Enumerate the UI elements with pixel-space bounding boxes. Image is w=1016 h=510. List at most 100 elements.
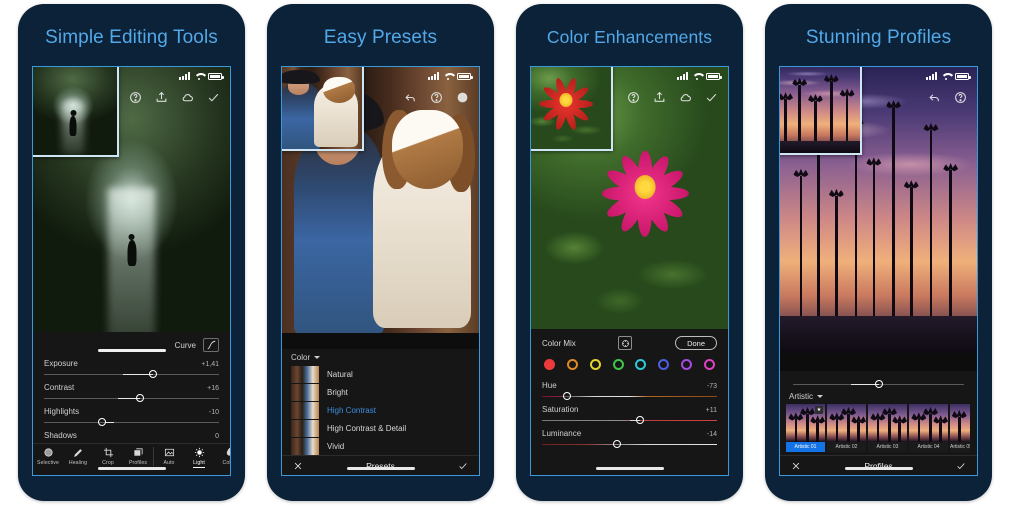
swatch-green[interactable]	[612, 359, 624, 370]
profiles-group-header[interactable]: Artistic	[780, 390, 977, 404]
slider-track[interactable]	[793, 378, 964, 390]
battery-icon	[208, 72, 224, 80]
profiles-carousel[interactable]: ★ Artistic 01 Artistic 02 Artistic 03 Ar…	[780, 404, 977, 452]
share-icon[interactable]	[155, 91, 168, 104]
check-icon[interactable]	[207, 91, 220, 104]
help-icon[interactable]	[430, 91, 443, 104]
tool-selective[interactable]: Selective	[33, 447, 63, 466]
slider-track[interactable]	[542, 415, 717, 425]
swatch-aqua[interactable]	[635, 359, 647, 370]
wifi-icon	[941, 72, 951, 80]
cloud-icon[interactable]	[679, 91, 692, 104]
slider-track[interactable]	[44, 369, 219, 379]
swatch-blue[interactable]	[658, 359, 670, 370]
profile-thumbnail	[827, 404, 866, 442]
tool-label: Selective	[37, 460, 59, 466]
profile-item[interactable]: Artistic 04	[909, 404, 948, 452]
target-adjust-icon[interactable]	[618, 336, 633, 350]
undo-icon[interactable]	[404, 91, 417, 104]
list-item[interactable]: Vivid	[282, 437, 479, 455]
help-icon[interactable]	[627, 91, 640, 104]
slider-label: Hue	[542, 381, 557, 390]
swatch-orange[interactable]	[566, 359, 578, 370]
wifi-icon	[692, 72, 702, 80]
profile-thumbnail	[950, 404, 970, 442]
panel-title: Color Enhancements	[546, 27, 713, 47]
profile-label: Artistic 03	[868, 442, 907, 452]
panel-simple-editing-tools: Simple Editing Tools Curve Exposure +1,4…	[18, 4, 245, 501]
slider-profile-amount[interactable]	[780, 378, 977, 390]
slider-label: Exposure	[44, 359, 78, 368]
tool-color[interactable]: Color	[214, 447, 230, 468]
swatch-yellow[interactable]	[589, 359, 601, 370]
tool-label: Healing	[68, 460, 88, 466]
slider-saturation[interactable]: Saturation +11	[531, 405, 728, 425]
swatch-magenta[interactable]	[703, 359, 715, 370]
check-icon[interactable]	[458, 461, 468, 471]
slider-track[interactable]	[44, 417, 219, 427]
profile-item[interactable]: Artistic 02	[827, 404, 866, 452]
close-icon[interactable]	[293, 461, 303, 471]
presets-list: Natural Bright High Contrast High Contra…	[282, 365, 479, 455]
screenshot-gallery: Simple Editing Tools Curve Exposure +1,4…	[0, 0, 1016, 510]
slider-value: +16	[207, 385, 219, 392]
tool-healing[interactable]: Healing	[63, 447, 93, 466]
profiles-panel: Artistic ★ Artistic 01 Artistic 02 Artis…	[780, 371, 977, 475]
before-thumbnail[interactable]	[780, 67, 862, 155]
done-button[interactable]: Done	[675, 336, 717, 350]
slider-track[interactable]	[44, 393, 219, 403]
list-item[interactable]: High Contrast	[282, 401, 479, 419]
tone-curve-icon[interactable]	[203, 338, 219, 352]
before-thumbnail[interactable]	[282, 67, 364, 151]
tool-light[interactable]: Light	[184, 447, 214, 468]
profile-thumbnail: ★	[786, 404, 825, 442]
slider-label: Shadows	[44, 431, 77, 440]
swatch-purple[interactable]	[681, 359, 693, 370]
home-indicator	[595, 467, 664, 470]
help-icon[interactable]	[129, 91, 142, 104]
home-indicator	[844, 467, 913, 470]
tool-profiles[interactable]: Profiles	[123, 447, 153, 466]
list-item[interactable]: Natural	[282, 365, 479, 383]
slider-contrast[interactable]: Contrast +16	[33, 383, 230, 403]
tool-label: Light	[193, 460, 205, 468]
slider-track[interactable]	[542, 391, 717, 401]
list-item[interactable]: High Contrast & Detail	[282, 419, 479, 437]
presets-group-label: Color	[291, 353, 311, 362]
before-thumbnail[interactable]	[531, 67, 613, 151]
profile-item[interactable]: ★ Artistic 01	[786, 404, 825, 452]
tool-auto[interactable]: Auto	[154, 447, 184, 468]
share-icon[interactable]	[653, 91, 666, 104]
slider-exposure[interactable]: Exposure +1,41	[33, 359, 230, 379]
presets-group-header[interactable]: Color	[282, 349, 479, 365]
before-thumbnail[interactable]	[33, 67, 119, 157]
profile-label: Artistic 02	[827, 442, 866, 452]
preset-thumbnail	[291, 419, 319, 437]
tool-group-adjust: Auto Light Color Effects	[154, 447, 230, 468]
check-icon[interactable]	[705, 91, 718, 104]
list-item[interactable]: Bright	[282, 383, 479, 401]
slider-highlights[interactable]: Highlights -10	[33, 407, 230, 427]
slider-hue[interactable]: Hue -73	[531, 381, 728, 401]
curve-label: Curve	[174, 340, 196, 350]
presets-action-bar: Presets	[282, 455, 479, 475]
more-icon[interactable]	[456, 91, 469, 104]
check-icon[interactable]	[956, 461, 966, 471]
help-icon[interactable]	[954, 91, 967, 104]
slider-shadows[interactable]: Shadows 0	[33, 431, 230, 440]
light-icon	[194, 447, 205, 458]
home-indicator	[346, 467, 415, 470]
profiles-action-bar: Profiles	[780, 455, 977, 475]
swatch-red[interactable]	[544, 359, 555, 370]
panel-color-enhancements: Color Enhancements Color Mix Done Hue -7…	[516, 4, 743, 501]
slider-track[interactable]	[542, 439, 717, 449]
tool-crop[interactable]: Crop	[93, 447, 123, 466]
undo-icon[interactable]	[928, 91, 941, 104]
close-icon[interactable]	[791, 461, 801, 471]
color-swatch-row	[531, 352, 728, 375]
preset-label: High Contrast	[327, 405, 376, 415]
profile-item[interactable]: Artistic 05	[950, 404, 970, 452]
profile-item[interactable]: Artistic 03	[868, 404, 907, 452]
cloud-icon[interactable]	[181, 91, 194, 104]
slider-luminance[interactable]: Luminance -14	[531, 429, 728, 449]
